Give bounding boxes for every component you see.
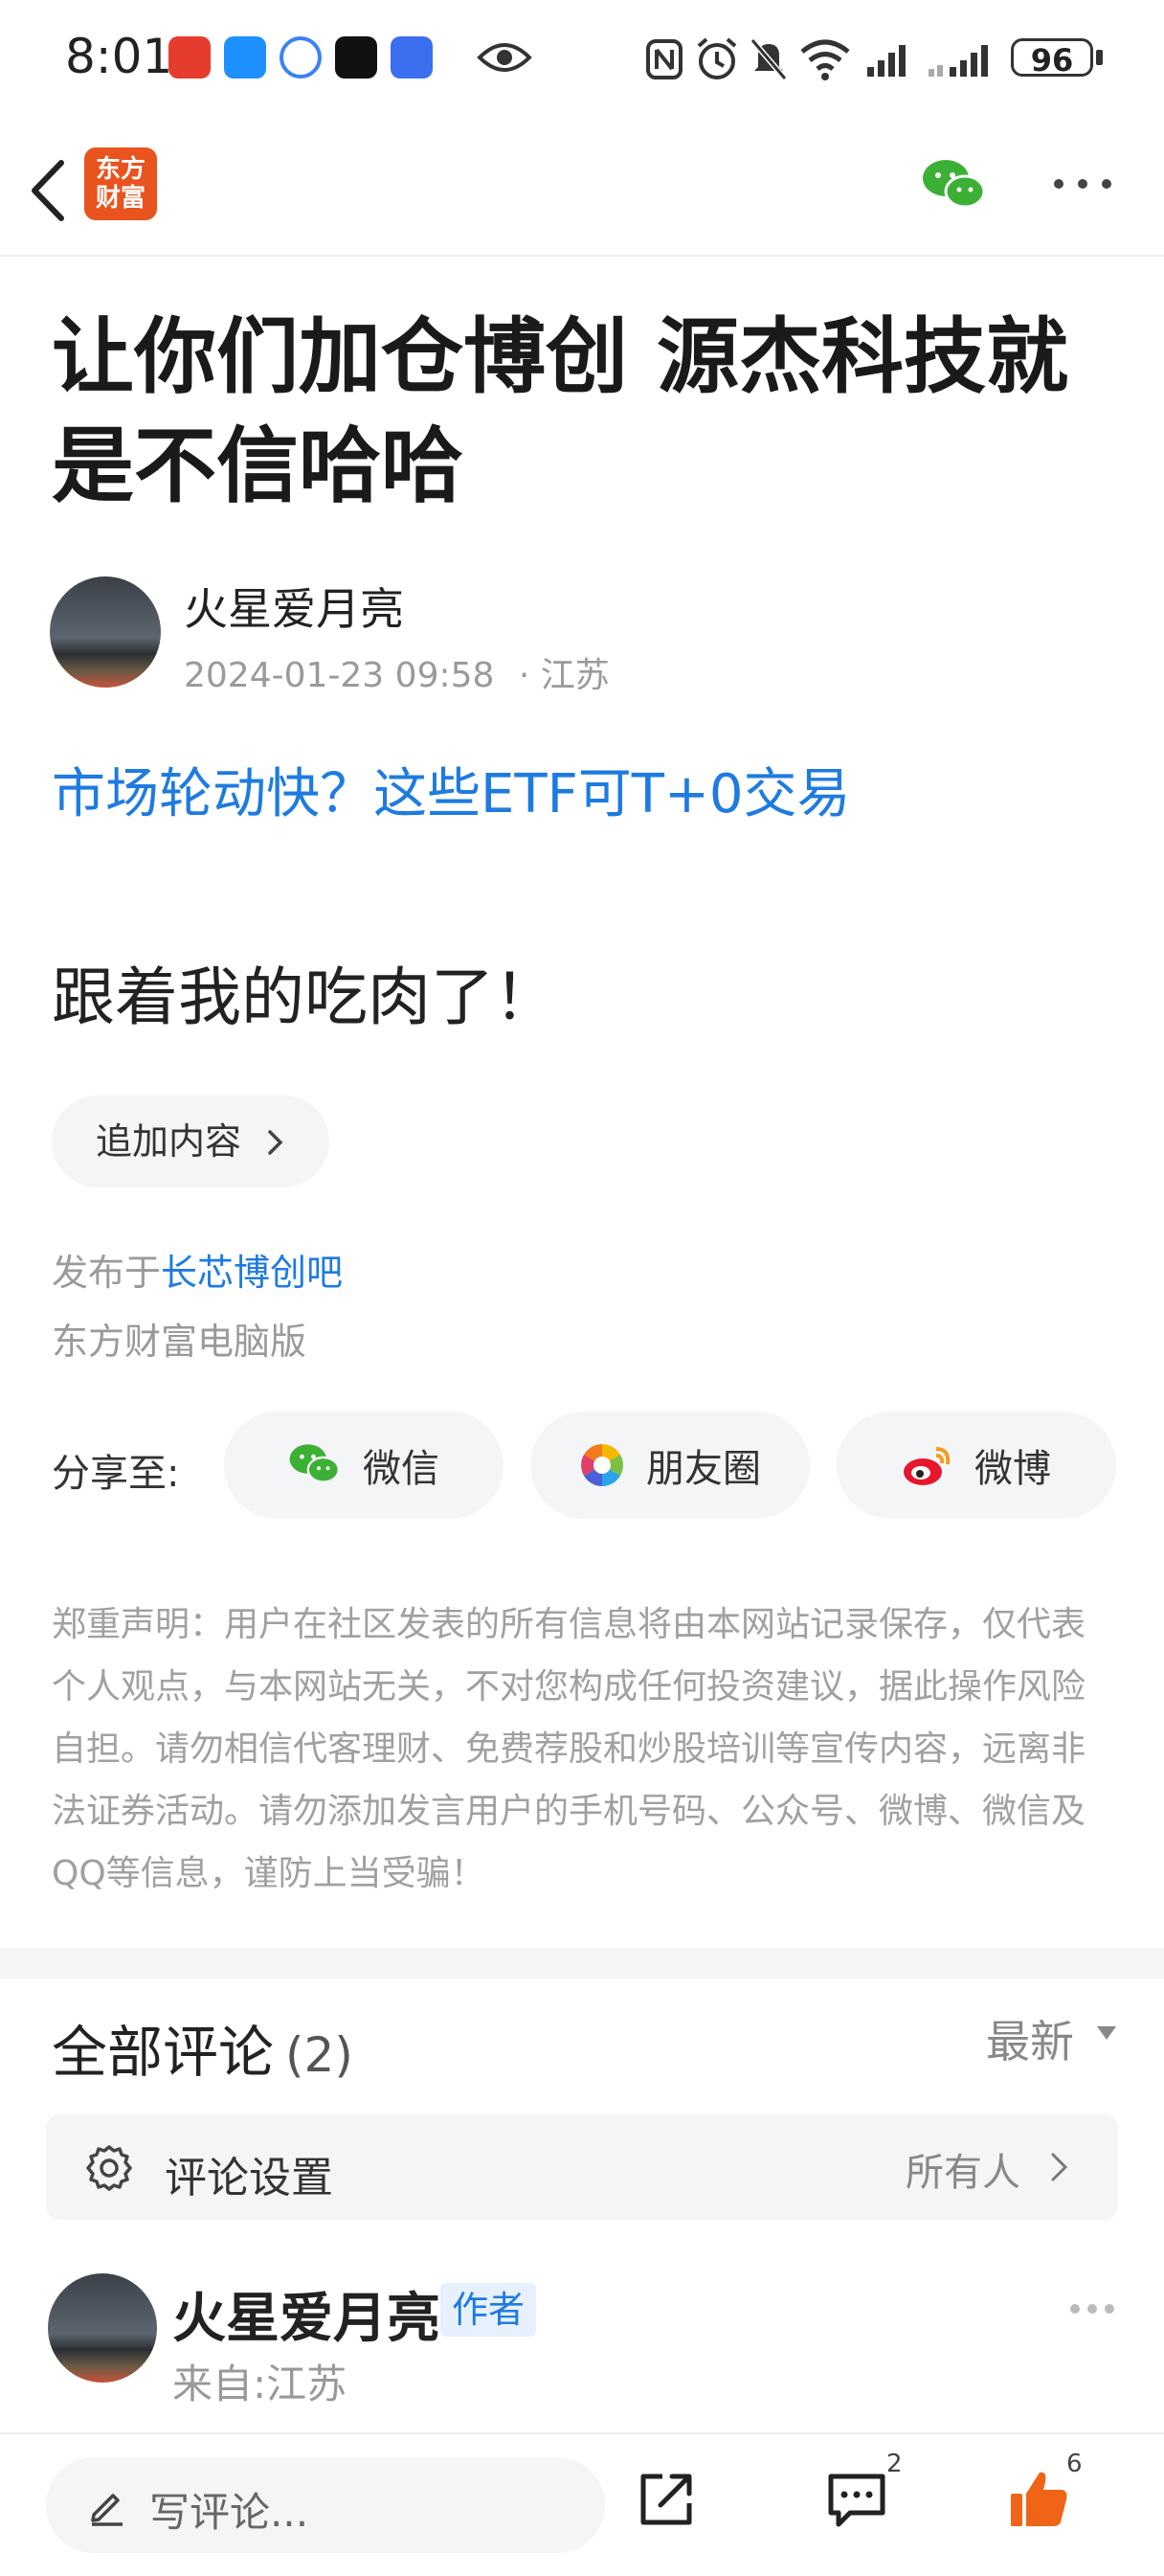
- share-out-icon[interactable]: [636, 2469, 697, 2530]
- comment-settings-label: 评论设置: [165, 2154, 333, 2203]
- post-meta: 2024-01-23 09:58 · 江苏: [184, 647, 610, 697]
- tiktok-app-icon: [335, 36, 377, 79]
- message-app-icon: [224, 36, 266, 79]
- commenter-name[interactable]: 火星爱月亮: [172, 2275, 440, 2353]
- share-weibo-label: 微博: [974, 1447, 1051, 1491]
- comment-settings-value: 所有人: [906, 2151, 1020, 2195]
- chevron-right-icon: [1051, 2153, 1068, 2181]
- comment-count: 2: [886, 2450, 903, 2478]
- top-header: 东方 财富: [0, 124, 1164, 257]
- comment-icon[interactable]: [825, 2471, 888, 2530]
- thumbs-up-icon[interactable]: [1007, 2467, 1070, 2530]
- mute-icon: [750, 38, 788, 80]
- etf-promo-link[interactable]: 市场轮动快？这些ETF可T+0交易: [52, 751, 851, 828]
- more-options-icon[interactable]: [1051, 174, 1114, 193]
- signal-icon: [867, 45, 906, 77]
- logo-line-2: 财富: [95, 184, 146, 213]
- posted-in: 发布于长芯博创吧: [52, 1243, 343, 1296]
- comment-settings-row[interactable]: 评论设置 所有人: [46, 2114, 1118, 2220]
- bottom-action-bar: 写评论... 2 6: [0, 2432, 1164, 2576]
- section-divider: [0, 1948, 1164, 1978]
- navigation-app-icon: [391, 36, 433, 79]
- eastmoney-logo[interactable]: 东方 财富: [84, 147, 157, 220]
- chevron-right-icon: [268, 1130, 283, 1155]
- share-wechat-button[interactable]: 微信: [224, 1412, 504, 1519]
- back-arrow-icon[interactable]: [23, 157, 80, 224]
- commenter-avatar[interactable]: [48, 2273, 157, 2383]
- write-comment-input[interactable]: 写评论...: [46, 2457, 605, 2553]
- comment-more-icon[interactable]: [1068, 2302, 1116, 2316]
- browser-app-icon: [280, 36, 322, 79]
- comments-header: 全部评论 (2): [52, 2007, 353, 2088]
- disclaimer: 郑重声明：用户在社区发表的所有信息将由本网站记录保存，仅代表个人观点，与本网站无…: [52, 1605, 1086, 1893]
- signal-icon-2: [929, 45, 988, 77]
- comments-title: 全部评论: [52, 2020, 275, 2085]
- author-avatar[interactable]: [50, 576, 161, 688]
- post-source: 东方财富电脑版: [52, 1321, 307, 1363]
- share-label: 分享至:: [52, 1452, 180, 1496]
- wifi-icon: [800, 39, 850, 80]
- moments-icon: [581, 1444, 623, 1486]
- c-app-icon: [168, 36, 211, 79]
- alarm-icon: [697, 37, 737, 79]
- author-badge: 作者: [440, 2283, 537, 2337]
- commenter-location: 来自:江苏: [172, 2361, 347, 2407]
- author-name[interactable]: 火星爱月亮: [184, 575, 404, 638]
- gear-icon: [86, 2145, 132, 2191]
- append-content-button[interactable]: 追加内容: [52, 1096, 329, 1187]
- status-time: 8:01: [65, 29, 173, 84]
- share-moments-label: 朋友圈: [646, 1447, 761, 1491]
- post-datetime: 2024-01-23 09:58: [184, 656, 495, 695]
- nfc-icon: [646, 39, 683, 79]
- like-count: 6: [1066, 2450, 1083, 2478]
- share-weibo-button[interactable]: 微博: [837, 1412, 1116, 1519]
- share-moments-button[interactable]: 朋友圈: [530, 1412, 810, 1519]
- bar-link[interactable]: 长芯博创吧: [161, 1252, 343, 1294]
- post-title: 让你们加仓博创 源杰科技就是不信哈哈: [52, 309, 1068, 514]
- eye-icon: [477, 43, 532, 72]
- caret-down-icon[interactable]: [1097, 2026, 1116, 2040]
- post-body: 跟着我的吃肉了！: [52, 960, 557, 1034]
- wechat-icon: [289, 1444, 340, 1483]
- comments-count: (2): [285, 2027, 353, 2083]
- logo-line-1: 东方: [95, 155, 146, 184]
- sort-dropdown[interactable]: 最新: [986, 2007, 1074, 2070]
- battery-indicator: 96: [1011, 38, 1093, 79]
- post-location: · 江苏: [518, 656, 610, 695]
- posted-in-prefix: 发布于: [52, 1252, 162, 1294]
- share-wechat-label: 微信: [363, 1447, 439, 1491]
- wechat-share-icon[interactable]: [921, 157, 988, 215]
- battery-tip: [1096, 50, 1103, 65]
- weibo-icon: [904, 1447, 951, 1485]
- pen-icon: [91, 2494, 123, 2526]
- comment-placeholder: 写评论...: [149, 2489, 309, 2536]
